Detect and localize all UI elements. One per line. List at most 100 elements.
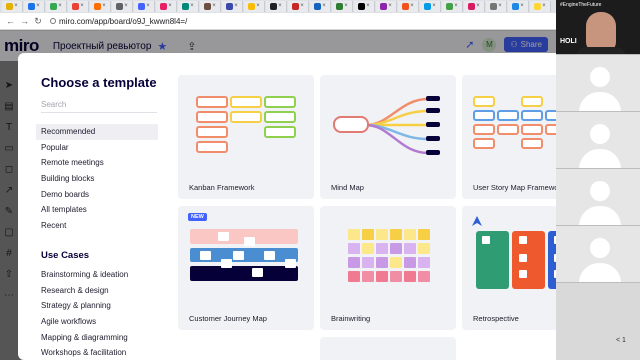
browser-tab[interactable]: × xyxy=(112,1,133,12)
tab-close-icon[interactable]: × xyxy=(212,3,216,10)
browser-tab[interactable]: × xyxy=(442,1,463,12)
tab-close-icon[interactable]: × xyxy=(498,3,502,10)
template-name: Mind Map xyxy=(331,183,364,192)
template-card-brainwriting[interactable]: Brainwriting xyxy=(320,206,456,330)
tab-favicon-icon xyxy=(226,3,234,10)
category-demo-boards[interactable]: Demo boards xyxy=(36,187,158,203)
tab-close-icon[interactable]: × xyxy=(14,3,18,10)
browser-tab[interactable]: × xyxy=(222,1,243,12)
browser-tab[interactable]: × xyxy=(332,1,353,12)
template-card-customer-journey-map[interactable]: NEW Customer Journey Map xyxy=(178,206,314,330)
browser-tab[interactable]: × xyxy=(266,1,287,12)
tab-close-icon[interactable]: × xyxy=(476,3,480,10)
mind-map-thumbnail xyxy=(333,96,440,155)
tab-close-icon[interactable]: × xyxy=(454,3,458,10)
participant-tile[interactable] xyxy=(556,226,640,283)
category-recent[interactable]: Recent xyxy=(36,218,158,234)
tab-favicon-icon xyxy=(402,3,410,10)
tab-favicon-icon xyxy=(182,3,190,10)
use-case-workshops-facilitation[interactable]: Workshops & facilitation xyxy=(36,345,158,360)
tab-close-icon[interactable]: × xyxy=(542,3,546,10)
url-field[interactable]: miro.com/app/board/o9J_kwwn8l4=/ xyxy=(50,17,187,26)
browser-tab[interactable]: × xyxy=(2,1,23,12)
browser-tab[interactable]: × xyxy=(486,1,507,12)
url-text: miro.com/app/board/o9J_kwwn8l4=/ xyxy=(59,16,188,26)
tab-close-icon[interactable]: × xyxy=(388,3,392,10)
tab-favicon-icon xyxy=(292,3,300,10)
participant-avatar-icon xyxy=(590,124,610,144)
tab-close-icon[interactable]: × xyxy=(300,3,304,10)
tab-close-icon[interactable]: × xyxy=(36,3,40,10)
browser-tab[interactable]: × xyxy=(68,1,89,12)
tab-close-icon[interactable]: × xyxy=(234,3,238,10)
browser-tab[interactable]: × xyxy=(200,1,221,12)
tab-close-icon[interactable]: × xyxy=(432,3,436,10)
template-card-partial[interactable] xyxy=(320,337,456,360)
browser-tab[interactable]: × xyxy=(354,1,375,12)
tab-close-icon[interactable]: × xyxy=(256,3,260,10)
category-building-blocks[interactable]: Building blocks xyxy=(36,171,158,187)
browser-tab[interactable]: × xyxy=(508,1,529,12)
tab-favicon-icon xyxy=(270,3,278,10)
browser-tab[interactable]: × xyxy=(24,1,45,12)
template-picker-modal: Choose a template Recommended Popular Re… xyxy=(18,53,604,360)
participant-tile[interactable] xyxy=(556,55,640,112)
browser-tab[interactable]: × xyxy=(178,1,199,12)
tab-close-icon[interactable]: × xyxy=(124,3,128,10)
browser-tab[interactable]: × xyxy=(244,1,265,12)
tab-close-icon[interactable]: × xyxy=(80,3,84,10)
participant-tile[interactable] xyxy=(556,112,640,169)
use-case-brainstorming[interactable]: Brainstorming & ideation xyxy=(36,267,158,283)
tab-favicon-icon xyxy=(72,3,80,10)
tab-close-icon[interactable]: × xyxy=(278,3,282,10)
browser-tab[interactable]: × xyxy=(398,1,419,12)
browser-tab[interactable]: × xyxy=(376,1,397,12)
browser-tab[interactable]: × xyxy=(134,1,155,12)
tab-close-icon[interactable]: × xyxy=(190,3,194,10)
tab-close-icon[interactable]: × xyxy=(168,3,172,10)
template-card-kanban[interactable]: Kanban Framework xyxy=(178,75,314,199)
tab-close-icon[interactable]: × xyxy=(58,3,62,10)
category-popular[interactable]: Popular xyxy=(36,140,158,156)
tab-close-icon[interactable]: × xyxy=(322,3,326,10)
tab-close-icon[interactable]: × xyxy=(410,3,414,10)
browser-tab[interactable]: × xyxy=(310,1,331,12)
back-icon[interactable]: ← xyxy=(6,16,15,26)
browser-tab[interactable]: × xyxy=(420,1,441,12)
category-recommended[interactable]: Recommended xyxy=(36,124,158,140)
browser-tab[interactable]: × xyxy=(90,1,111,12)
atlassian-icon xyxy=(472,216,482,226)
video-call-panel: #EngineTheFuture HOLI xyxy=(556,0,640,360)
tab-close-icon[interactable]: × xyxy=(146,3,150,10)
use-case-mapping-diagramming[interactable]: Mapping & diagramming xyxy=(36,330,158,346)
use-case-agile-workflows[interactable]: Agile workflows xyxy=(36,314,158,330)
browser-tab[interactable]: × xyxy=(156,1,177,12)
use-case-strategy-planning[interactable]: Strategy & planning xyxy=(36,298,158,314)
category-list: Recommended Popular Remote meetings Buil… xyxy=(36,124,158,234)
category-all-templates[interactable]: All templates xyxy=(36,202,158,218)
forward-icon[interactable]: → xyxy=(20,16,29,26)
use-case-research-design[interactable]: Research & design xyxy=(36,283,158,299)
tab-favicon-icon xyxy=(534,3,542,10)
participant-avatar-icon xyxy=(590,181,610,201)
participant-tile[interactable] xyxy=(556,169,640,226)
tab-favicon-icon xyxy=(358,3,366,10)
browser-tab[interactable]: × xyxy=(288,1,309,12)
tab-close-icon[interactable]: × xyxy=(366,3,370,10)
browser-tab[interactable]: × xyxy=(46,1,67,12)
tab-favicon-icon xyxy=(512,3,520,10)
tab-close-icon[interactable]: × xyxy=(520,3,524,10)
participant-avatar-icon xyxy=(590,67,610,87)
template-search-input[interactable] xyxy=(41,97,157,113)
reload-icon[interactable]: ↻ xyxy=(34,16,42,27)
tab-close-icon[interactable]: × xyxy=(344,3,348,10)
browser-tab[interactable]: × xyxy=(530,1,551,12)
presenter-face xyxy=(586,12,616,52)
new-badge: NEW xyxy=(188,213,207,221)
template-card-mind-map[interactable]: Mind Map xyxy=(320,75,456,199)
browser-tab[interactable]: × xyxy=(464,1,485,12)
tab-close-icon[interactable]: × xyxy=(102,3,106,10)
presenter-shirt xyxy=(576,47,626,54)
category-remote-meetings[interactable]: Remote meetings xyxy=(36,155,158,171)
customer-journey-map-thumbnail xyxy=(190,229,298,281)
